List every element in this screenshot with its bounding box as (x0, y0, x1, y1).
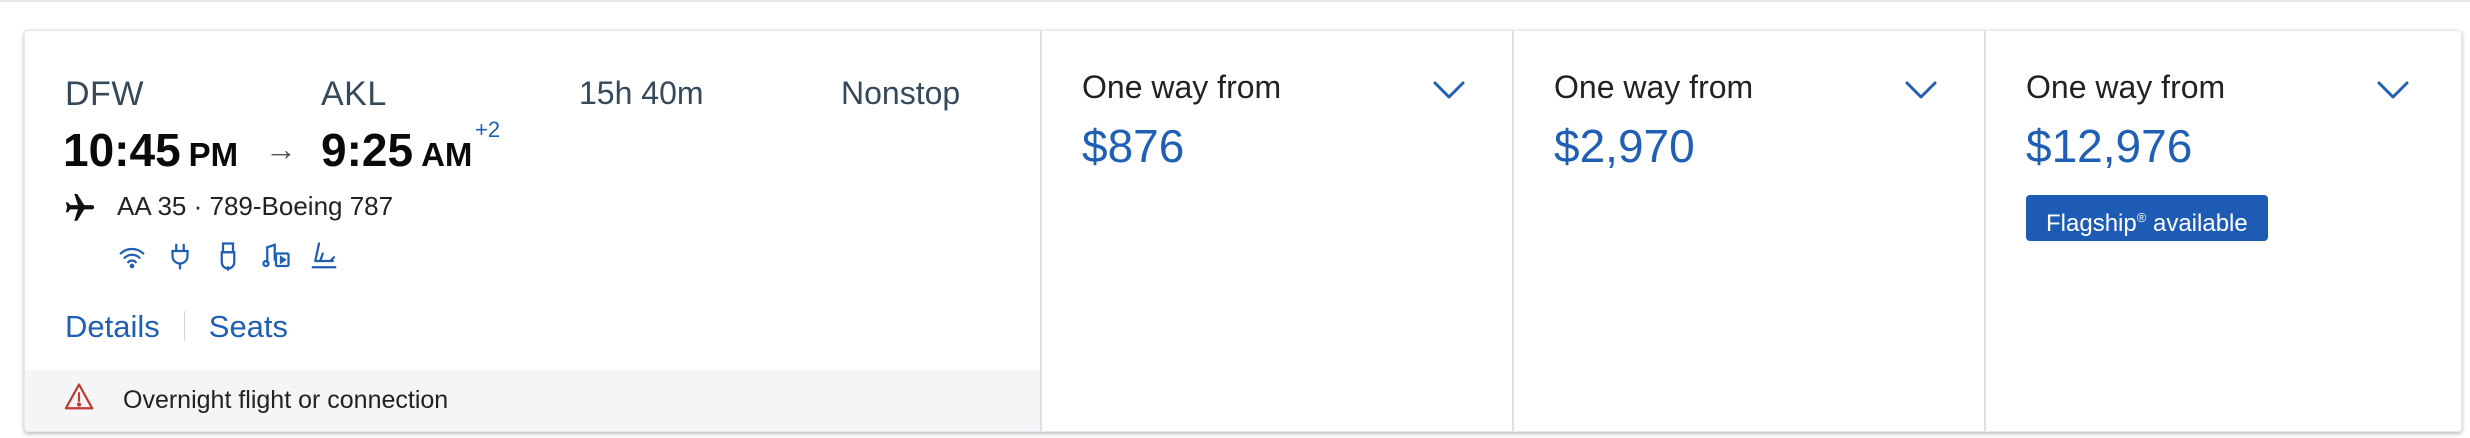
departure-time: 10:45 PM (63, 123, 238, 177)
flight-links: Details Seats (65, 309, 288, 345)
lie-flat-seat-icon (311, 242, 337, 269)
fare-label: One way from (1554, 69, 1754, 105)
overnight-notice: Overnight flight or connection (25, 370, 1040, 431)
arrival-time: 9:25 AM (321, 123, 472, 177)
arrow-right-icon: → (265, 131, 297, 167)
link-separator (183, 311, 185, 341)
details-link[interactable]: Details (65, 309, 160, 344)
flight-number-aircraft: AA 35 · 789-Boeing 787 (117, 191, 394, 221)
flight-duration: 15h 40m (579, 75, 704, 111)
flagship-badge: Flagship® available (2026, 195, 2268, 241)
flight-info-panel: DFW AKL 10:45 PM → 9:25 AM +2 15h 40m Nons… (25, 31, 1040, 431)
badge-suffix: available (2146, 210, 2248, 237)
airplane-icon (65, 193, 95, 221)
chevron-down-icon[interactable] (1904, 79, 1938, 101)
fare-column-main[interactable]: One way from $876 (1040, 31, 1514, 431)
departure-time-value: 10:45 (63, 124, 181, 176)
flight-result-card: DFW AKL 10:45 PM → 9:25 AM +2 15h 40m Nons… (24, 30, 2462, 432)
entertainment-icon (262, 243, 290, 268)
arrival-day-offset: +2 (475, 117, 501, 142)
chevron-down-icon[interactable] (2376, 79, 2410, 101)
flight-stops: Nonstop (841, 75, 961, 111)
usb-icon (220, 242, 236, 271)
fare-price[interactable]: $876 (1082, 119, 1184, 173)
registered-mark: ® (2136, 210, 2147, 225)
chevron-down-icon[interactable] (1432, 79, 1466, 101)
fare-label: One way from (2026, 69, 2226, 105)
fare-column-business[interactable]: One way from $12,976 Flagship® available (1984, 31, 2461, 431)
wifi-icon (119, 247, 145, 269)
warning-icon (64, 383, 94, 410)
fare-price[interactable]: $12,976 (2026, 119, 2192, 173)
top-divider (0, 0, 2470, 2)
destination-code: AKL (321, 75, 387, 113)
power-outlet-icon (171, 243, 189, 270)
arrival-time-value: 9:25 (321, 124, 414, 176)
fare-price[interactable]: $2,970 (1554, 119, 1695, 173)
fare-column-premium[interactable]: One way from $2,970 (1512, 31, 1986, 431)
arrival-ampm: AM (421, 136, 473, 173)
fare-label: One way from (1082, 69, 1282, 105)
badge-brand: Flagship (2046, 210, 2137, 237)
departure-ampm: PM (188, 136, 239, 173)
notice-text: Overnight flight or connection (123, 386, 449, 414)
seats-link[interactable]: Seats (209, 309, 288, 344)
origin-code: DFW (65, 75, 144, 113)
